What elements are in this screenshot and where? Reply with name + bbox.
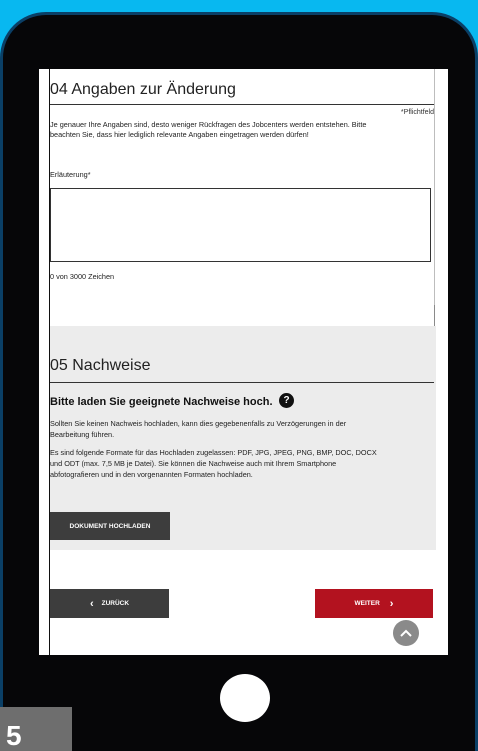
formats-line-3: abfotografieren und in den vorgenannten … xyxy=(50,470,253,479)
next-button[interactable]: WEITER › xyxy=(315,589,433,618)
back-button-label: ZURÜCK xyxy=(101,600,130,607)
chevron-right-icon: › xyxy=(389,597,394,610)
upload-info-line-1: Sollten Sie keinen Nachweis hochladen, k… xyxy=(50,419,347,428)
back-button[interactable]: ‹ ZURÜCK xyxy=(50,589,169,618)
next-button-label: WEITER xyxy=(354,600,380,607)
phone-frame: 04 Angaben zur Änderung *Pflichtfeld Je … xyxy=(0,12,478,751)
upload-button-label: DOKUMENT HOCHLADEN xyxy=(69,522,151,530)
formats-line-2: und ODT (max. 7,5 MB je Datei). Sie könn… xyxy=(50,459,337,468)
step-badge: 5 xyxy=(0,707,72,751)
section-5-title: 05 Nachweise xyxy=(50,357,151,374)
chevron-left-icon: ‹ xyxy=(89,597,94,610)
upload-heading: Bitte laden Sie geeignete Nachweise hoch… xyxy=(50,396,273,408)
phone-screen: 04 Angaben zur Änderung *Pflichtfeld Je … xyxy=(39,69,448,655)
explanation-textarea[interactable] xyxy=(50,188,431,262)
required-note: *Pflichtfeld xyxy=(400,109,434,116)
scroll-to-top-button[interactable] xyxy=(393,620,419,646)
chevron-up-icon xyxy=(400,629,412,637)
char-counter: 0 von 3000 Zeichen xyxy=(50,272,115,281)
upload-document-button[interactable]: DOKUMENT HOCHLADEN xyxy=(50,512,170,540)
home-button[interactable] xyxy=(220,674,270,722)
explanation-label: Erläuterung* xyxy=(50,170,91,179)
section-4-divider xyxy=(50,104,434,105)
section-4-intro-line-1: Je genauer Ihre Angaben sind, desto weni… xyxy=(50,120,367,129)
section-4-intro-line-2: beachten Sie, dass hier lediglich releva… xyxy=(50,130,309,139)
section-4-title: 04 Angaben zur Änderung xyxy=(50,81,236,98)
upload-info-line-2: Bearbeitung führen. xyxy=(50,430,115,439)
formats-line-1: Es sind folgende Formate für das Hochlad… xyxy=(50,448,377,457)
help-icon[interactable]: ? xyxy=(279,393,294,408)
scrollbar-track xyxy=(434,69,435,305)
section-5-divider xyxy=(50,382,434,383)
